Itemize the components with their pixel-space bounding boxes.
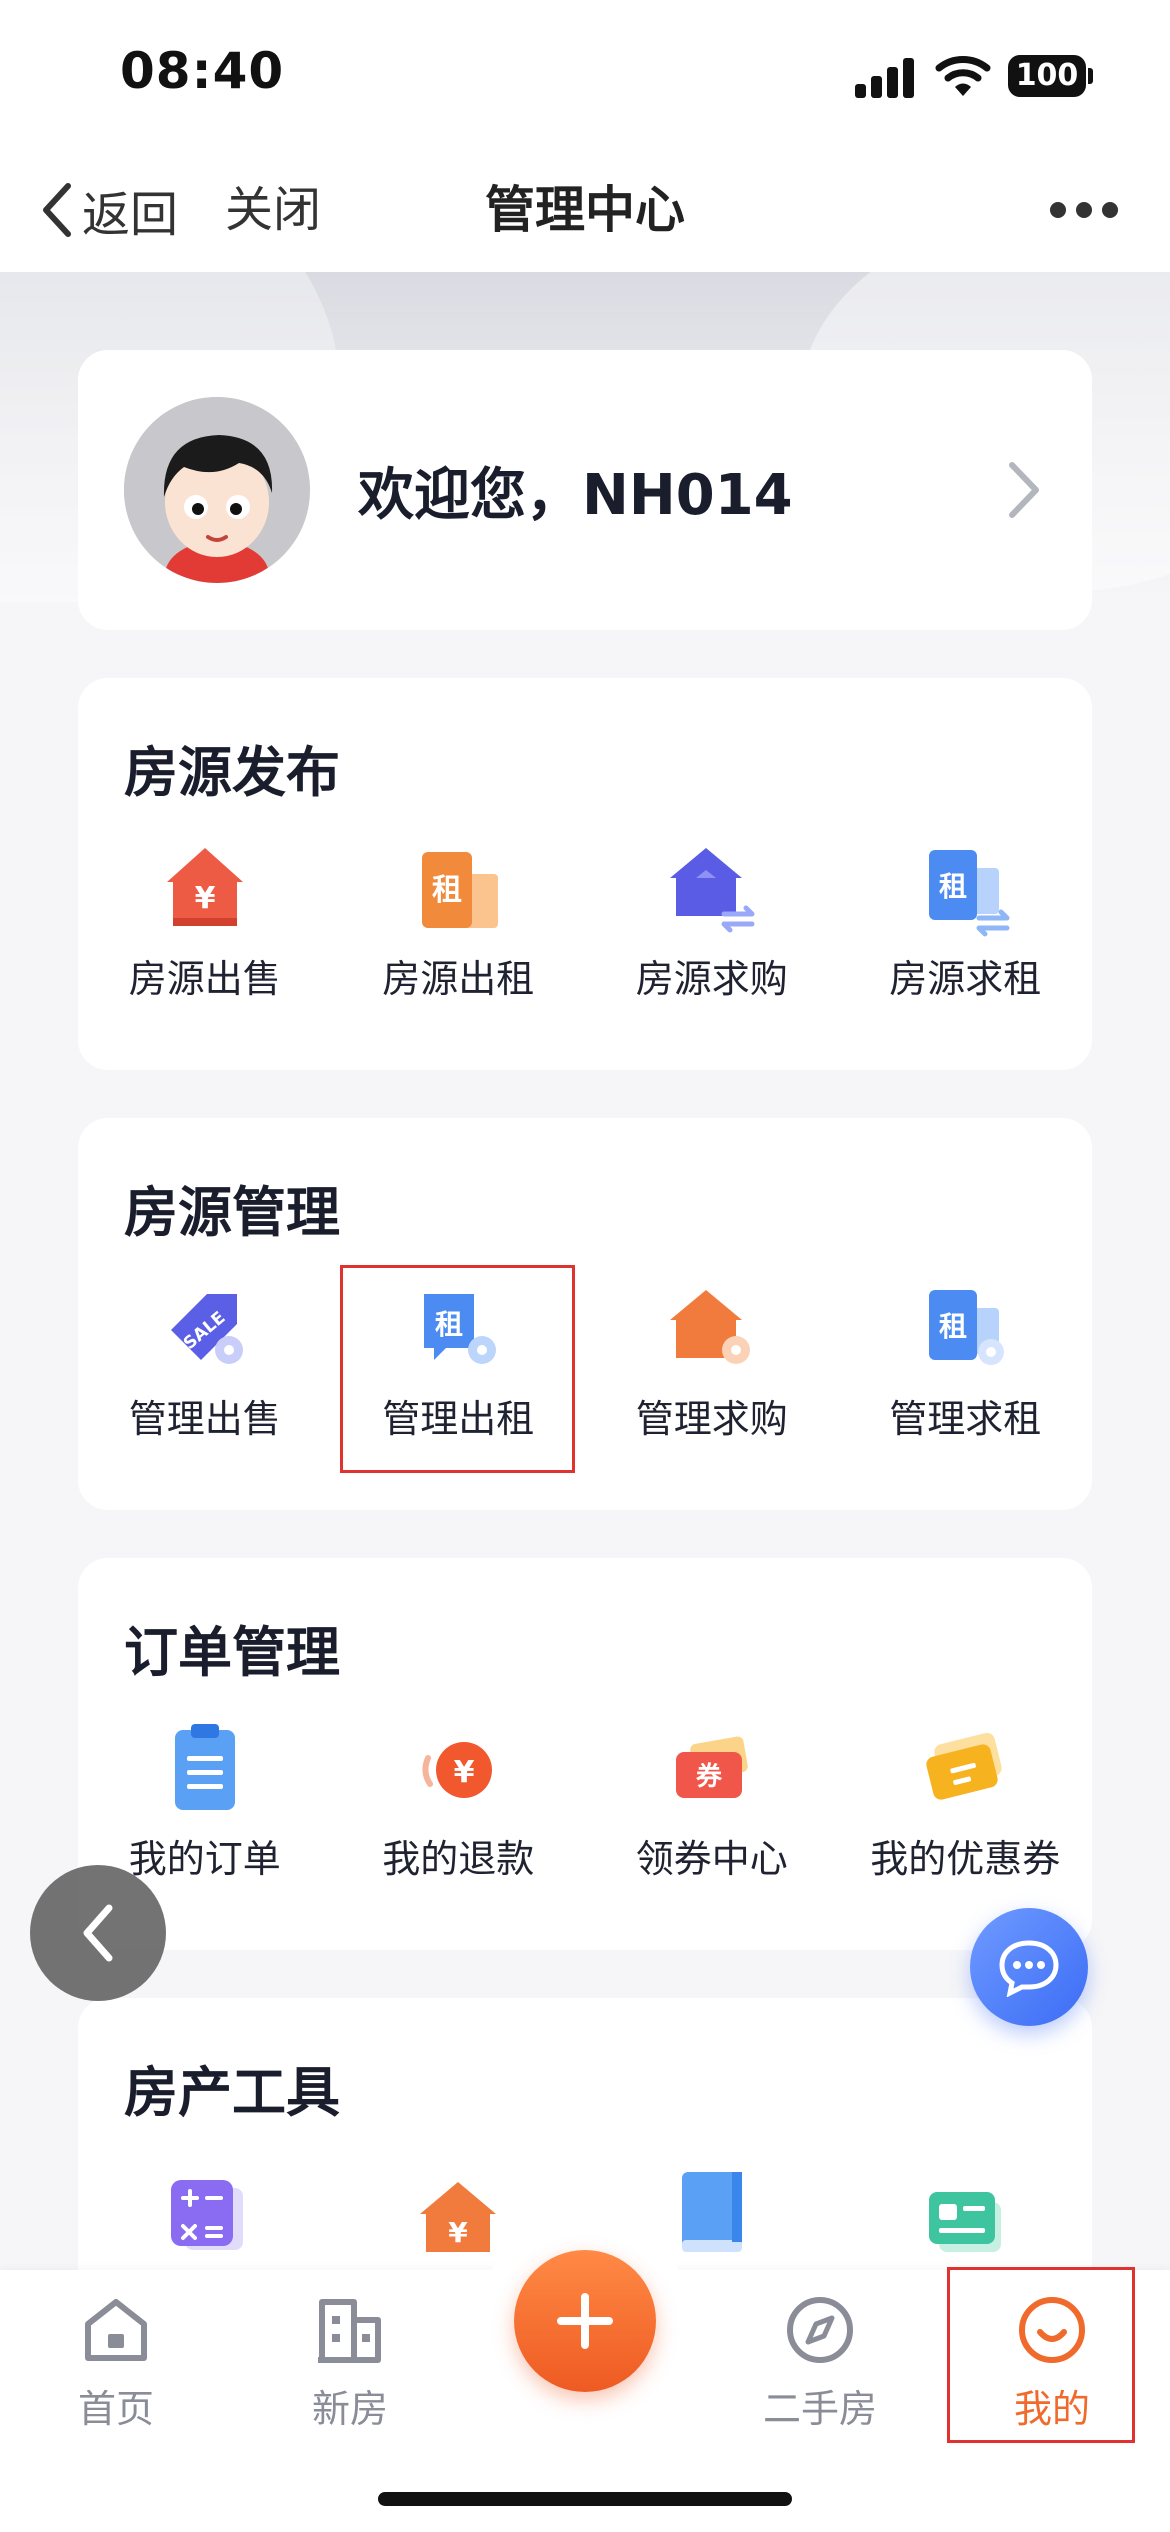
status-time: 08:40 xyxy=(120,42,285,100)
publish-seekrent-item[interactable]: 租 房源求租 xyxy=(839,838,1093,1003)
tools-card-item[interactable] xyxy=(839,2168,1093,2268)
tools-calculator-item[interactable] xyxy=(78,2168,332,2268)
house-sale-icon: ¥ xyxy=(166,848,243,926)
section-title: 房源管理 xyxy=(124,1181,340,1244)
battery-icon: 100 xyxy=(1008,55,1086,97)
section-publish: 房源发布 ¥ 房源出售 租 房源出租 房源求购 租 房源求租 xyxy=(78,678,1092,1070)
refund-icon: ¥ xyxy=(422,1742,493,1798)
section-title: 房产工具 xyxy=(124,2061,340,2124)
item-label: 管理求购 xyxy=(635,1397,788,1441)
book-icon xyxy=(681,2172,742,2252)
orders-my-order-item[interactable]: 我的订单 xyxy=(78,1718,332,1883)
rent-exchange-icon: 租 xyxy=(929,850,1010,937)
chevron-left-icon xyxy=(83,1904,113,1962)
tab-home[interactable]: 首页 xyxy=(36,2290,196,2433)
house-yuan-icon: ¥ xyxy=(420,2182,497,2252)
item-label: 我的优惠券 xyxy=(870,1837,1061,1881)
signal-icon xyxy=(855,56,915,98)
section-title: 订单管理 xyxy=(124,1621,340,1684)
home-icon xyxy=(85,2299,147,2361)
rent-glyph: 租 xyxy=(432,873,462,908)
highlight-manage-rent xyxy=(340,1265,575,1473)
item-label: 房源求租 xyxy=(889,957,1042,1001)
yuan-glyph: ¥ xyxy=(449,2216,469,2249)
rent-glyph: 租 xyxy=(939,870,967,903)
yuan-glyph: ¥ xyxy=(454,1755,475,1790)
floating-back-button[interactable] xyxy=(30,1865,166,2001)
wifi-icon xyxy=(935,56,991,96)
rent-glyph: 租 xyxy=(939,1310,967,1343)
calculator-icon xyxy=(170,2180,243,2250)
publish-buy-item[interactable]: 房源求购 xyxy=(585,838,839,1003)
item-label: 房源求购 xyxy=(635,957,788,1001)
tab-label: 新房 xyxy=(311,2387,388,2431)
item-label: 我的订单 xyxy=(128,1837,281,1881)
profile-card[interactable]: 欢迎您，NH014 xyxy=(78,350,1092,630)
publish-rent-item[interactable]: 租 房源出租 xyxy=(332,838,586,1003)
manage-buy-item[interactable]: 管理求购 xyxy=(585,1278,839,1443)
rent-gear-icon: 租 xyxy=(929,1290,1005,1365)
section-manage: 房源管理 SALE 管理出售 租 管理出租 管理求购 租 管理求租 xyxy=(78,1118,1092,1510)
orders-refund-item[interactable]: ¥ 我的退款 xyxy=(332,1718,586,1883)
building-icon xyxy=(318,2299,381,2363)
rent-tag-icon: 租 xyxy=(422,852,499,928)
sale-tag-gear-icon: SALE xyxy=(170,1294,243,1364)
coupon-icon xyxy=(926,1732,1002,1800)
battery-tip xyxy=(1088,68,1093,84)
more-icon[interactable] xyxy=(1050,198,1130,222)
compass-icon xyxy=(787,2297,853,2363)
publish-sale-item[interactable]: ¥ 房源出售 xyxy=(78,838,332,1003)
highlight-tab-mine xyxy=(947,2267,1135,2443)
item-label: 房源出售 xyxy=(128,957,281,1001)
avatar xyxy=(124,397,310,583)
clipboard-icon xyxy=(174,1724,235,1810)
house-exchange-icon xyxy=(669,848,755,933)
orders-coupon-center-item[interactable]: 券 领券中心 xyxy=(585,1718,839,1883)
add-button[interactable] xyxy=(514,2250,656,2392)
avatar-illustration-icon xyxy=(124,397,310,583)
nav-bar: 返回 关闭 管理中心 xyxy=(0,150,1170,272)
item-label: 房源出租 xyxy=(382,957,535,1001)
section-orders: 订单管理 我的订单 ¥ 我的退款 券 领券中心 我的优惠券 xyxy=(78,1558,1092,1950)
chevron-right-icon xyxy=(1009,462,1039,518)
manage-seekrent-item[interactable]: 租 管理求租 xyxy=(839,1278,1093,1443)
plus-icon xyxy=(557,2293,613,2349)
tab-new-house[interactable]: 新房 xyxy=(270,2290,430,2433)
orders-my-coupon-item[interactable]: 我的优惠券 xyxy=(839,1718,1093,1883)
tab-label: 二手房 xyxy=(762,2387,877,2431)
house-gear-icon xyxy=(669,1290,750,1364)
section-title: 房源发布 xyxy=(124,741,340,804)
page-title: 管理中心 xyxy=(485,181,685,239)
item-label: 领券中心 xyxy=(635,1837,788,1881)
item-label: 我的退款 xyxy=(382,1837,535,1881)
item-label: 管理求租 xyxy=(889,1397,1042,1441)
home-indicator xyxy=(378,2492,792,2506)
item-label: 管理出售 xyxy=(128,1397,281,1441)
coupon-glyph: 券 xyxy=(696,1762,723,1792)
chat-bubble-icon xyxy=(999,1940,1059,1997)
chat-button[interactable] xyxy=(970,1908,1088,2026)
welcome-text: 欢迎您，NH014 xyxy=(358,463,793,528)
coupon-center-icon: 券 xyxy=(675,1736,748,1798)
id-card-icon xyxy=(929,2192,1002,2252)
manage-sale-item[interactable]: SALE 管理出售 xyxy=(78,1278,332,1443)
tab-label: 首页 xyxy=(77,2387,154,2431)
yuan-glyph: ¥ xyxy=(194,881,215,916)
status-bar: 08:40 100 xyxy=(0,0,1170,150)
tab-second-house[interactable]: 二手房 xyxy=(740,2290,900,2433)
